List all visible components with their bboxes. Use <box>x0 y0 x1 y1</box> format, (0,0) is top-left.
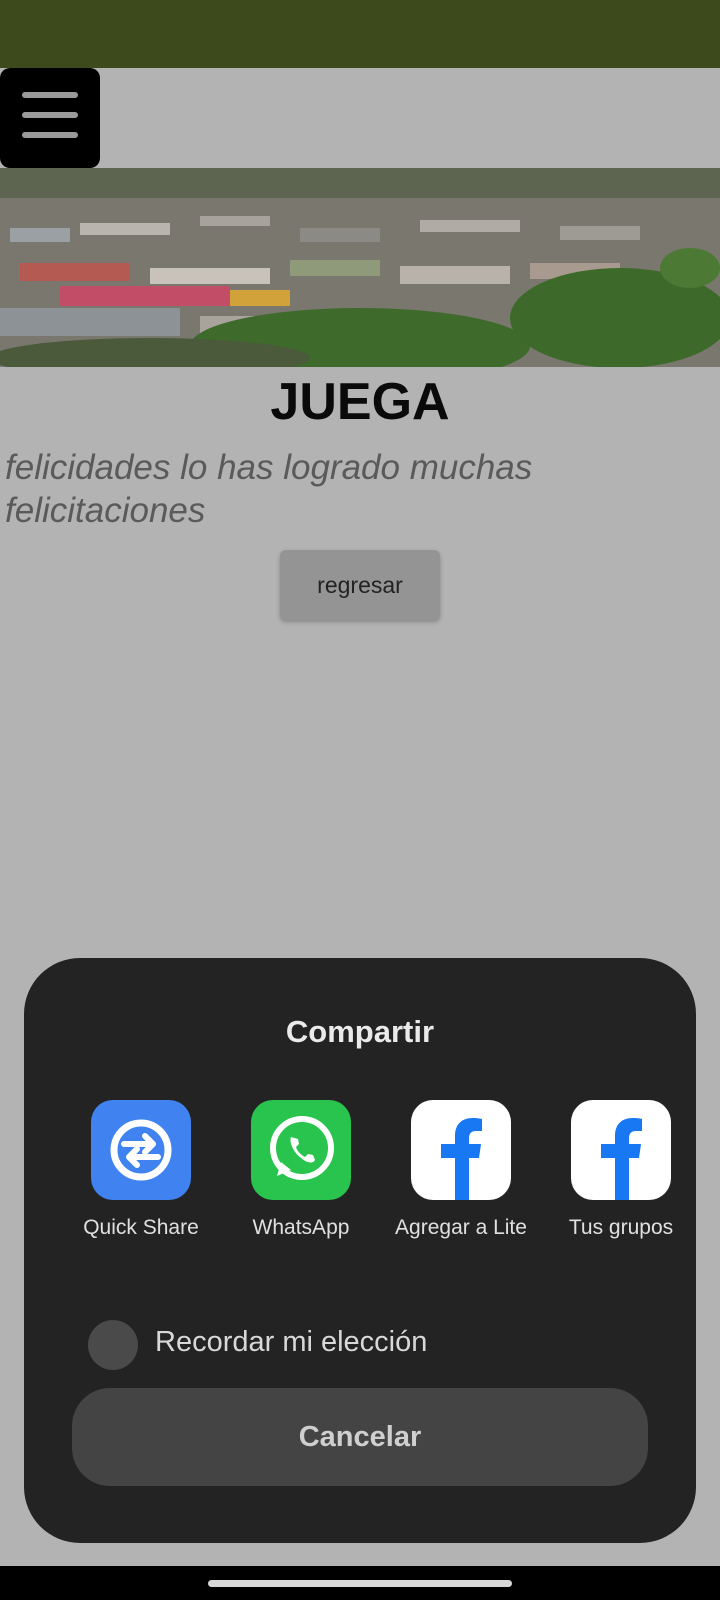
facebook-lite-icon <box>411 1100 511 1200</box>
back-button[interactable]: regresar <box>280 550 440 620</box>
page-title: JUEGA <box>270 373 450 431</box>
remember-choice-radio[interactable] <box>88 1320 138 1370</box>
share-target-whatsapp[interactable]: WhatsApp <box>221 1100 381 1240</box>
quick-share-label: Quick Share <box>83 1216 199 1239</box>
share-target-facebook-groups[interactable]: Tus grupos <box>541 1100 701 1240</box>
success-message: felicidades lo has logrado muchas felici… <box>5 448 533 530</box>
home-indicator[interactable] <box>208 1580 512 1587</box>
facebook-groups-icon <box>571 1100 671 1200</box>
cancel-button[interactable]: Cancelar <box>72 1388 648 1486</box>
hero-city-image <box>0 168 720 367</box>
quick-share-icon <box>91 1100 191 1200</box>
share-target-facebook-lite[interactable]: Agregar a Lite <box>381 1100 541 1240</box>
facebook-lite-label: Agregar a Lite <box>395 1216 527 1239</box>
facebook-groups-label: Tus grupos <box>568 1216 674 1239</box>
share-target-quick-share[interactable]: Quick Share <box>61 1100 221 1240</box>
top-app-bar <box>0 0 720 68</box>
remember-choice-label: Recordar mi elección <box>155 1326 428 1358</box>
share-sheet-title: Compartir <box>285 1014 435 1049</box>
whatsapp-label: WhatsApp <box>252 1216 350 1239</box>
hamburger-menu-button[interactable] <box>0 68 100 168</box>
whatsapp-icon <box>251 1100 351 1200</box>
